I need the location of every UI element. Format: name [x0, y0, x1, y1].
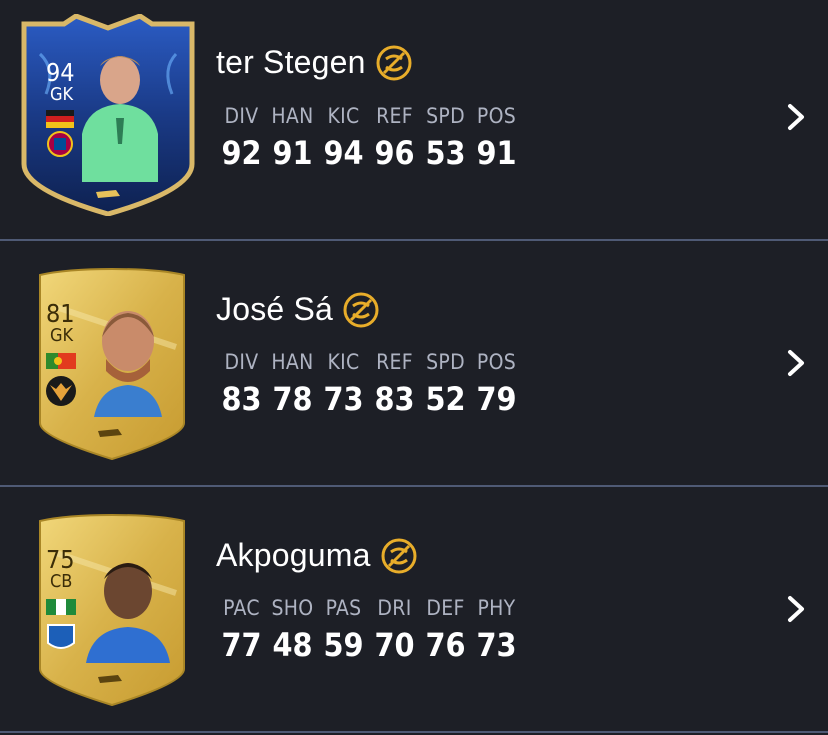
- stat-dri: DRI 70: [369, 596, 420, 664]
- row-divider: [0, 731, 828, 733]
- stat-han: HAN 91: [267, 104, 318, 172]
- stat-value: 52: [425, 380, 466, 418]
- gold-card-shape: [39, 513, 185, 707]
- stat-label: DEF: [426, 596, 465, 620]
- stats-grid: DIV 92 HAN 91 KIC 94 REF 96 SPD 53 POS 91: [216, 104, 522, 172]
- stat-value: 73: [476, 626, 517, 664]
- stat-value: 53: [425, 134, 466, 172]
- chevron-right-icon[interactable]: [784, 594, 808, 624]
- stat-div: DIV 92: [216, 104, 267, 172]
- stat-pas: PAS 59: [318, 596, 369, 664]
- stat-value: 92: [221, 134, 262, 172]
- stat-label: SPD: [426, 104, 465, 128]
- stat-ref: REF 96: [369, 104, 420, 172]
- player-card-gold: 75 CB: [36, 513, 236, 733]
- stat-pac: PAC 77: [216, 596, 267, 664]
- stat-label: SHO: [271, 596, 314, 620]
- loyalty-badge-icon: [376, 45, 412, 80]
- stat-value: 76: [425, 626, 466, 664]
- player-row[interactable]: 94 GK ter Stegen DIV 92 HAN 91 KIC 94 REF 96…: [0, 0, 828, 246]
- stat-sho: SHO 48: [267, 596, 318, 664]
- stat-spd: SPD 52: [420, 350, 471, 418]
- tots-card-shape: [21, 14, 195, 216]
- stat-value: 73: [323, 380, 364, 418]
- card-position: CB: [50, 571, 73, 592]
- stat-label: DIV: [224, 350, 259, 374]
- stat-pos: POS 91: [471, 104, 522, 172]
- stat-label: DIV: [224, 104, 259, 128]
- stat-spd: SPD 53: [420, 104, 471, 172]
- player-name: ter Stegen: [216, 44, 366, 80]
- stat-label: POS: [476, 104, 517, 128]
- player-name-group: Akpoguma: [216, 537, 417, 574]
- player-name-group: José Sá: [216, 291, 379, 328]
- stat-value: 96: [374, 134, 415, 172]
- player-name: Akpoguma: [216, 537, 371, 573]
- stat-label: HAN: [271, 104, 314, 128]
- stat-kic: KIC 94: [318, 104, 369, 172]
- stat-value: 77: [221, 626, 262, 664]
- stat-label: SPD: [426, 350, 465, 374]
- stat-value: 78: [272, 380, 313, 418]
- card-position: GK: [50, 325, 74, 346]
- stats-grid: PAC 77 SHO 48 PAS 59 DRI 70 DEF 76 PHY 73: [216, 596, 522, 664]
- stat-label: KIC: [327, 104, 360, 128]
- stat-def: DEF 76: [420, 596, 471, 664]
- chevron-right-icon[interactable]: [784, 348, 808, 378]
- loyalty-badge-icon: [381, 538, 417, 573]
- stat-han: HAN 78: [267, 350, 318, 418]
- player-card-gold: 81 GK: [36, 267, 236, 487]
- player-row[interactable]: 75 CB Akpoguma PAC 77 SHO 48 PAS 59 DRI 70 D…: [0, 487, 828, 733]
- stats-grid: DIV 83 HAN 78 KIC 73 REF 83 SPD 52 POS 79: [216, 350, 522, 418]
- stat-value: 48: [272, 626, 313, 664]
- stat-kic: KIC 73: [318, 350, 369, 418]
- card-rating: 94: [46, 58, 75, 87]
- chevron-right-icon[interactable]: [784, 102, 808, 132]
- stat-label: PHY: [477, 596, 516, 620]
- stat-value: 83: [221, 380, 262, 418]
- stat-div: DIV 83: [216, 350, 267, 418]
- gold-card-shape: [39, 267, 185, 461]
- stat-pos: POS 79: [471, 350, 522, 418]
- stat-label: HAN: [271, 350, 314, 374]
- card-position: GK: [50, 84, 74, 105]
- player-name: José Sá: [216, 291, 334, 327]
- stat-label: PAS: [325, 596, 362, 620]
- stat-value: 91: [476, 134, 517, 172]
- player-row[interactable]: 81 GK José Sá DIV 83 HAN 78 KIC 73 REF 83 SP…: [0, 241, 828, 487]
- stat-phy: PHY 73: [471, 596, 522, 664]
- stat-label: REF: [376, 350, 413, 374]
- stat-value: 91: [272, 134, 313, 172]
- stat-value: 79: [476, 380, 517, 418]
- loyalty-badge-icon: [343, 292, 379, 327]
- card-rating: 81: [46, 299, 75, 328]
- stat-value: 59: [323, 626, 364, 664]
- player-name-group: ter Stegen: [216, 44, 412, 81]
- stat-label: PAC: [223, 596, 260, 620]
- stat-label: KIC: [327, 350, 360, 374]
- player-card-tots: 94 GK: [16, 14, 216, 234]
- stat-label: REF: [376, 104, 413, 128]
- stat-value: 83: [374, 380, 415, 418]
- stat-value: 70: [374, 626, 415, 664]
- stat-ref: REF 83: [369, 350, 420, 418]
- stat-label: DRI: [377, 596, 412, 620]
- stat-value: 94: [323, 134, 364, 172]
- stat-label: POS: [476, 350, 517, 374]
- card-rating: 75: [46, 545, 75, 574]
